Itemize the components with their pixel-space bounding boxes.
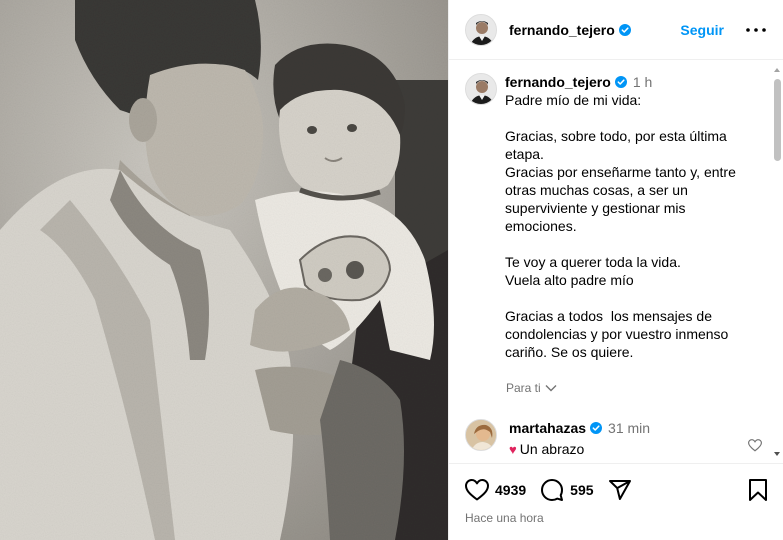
- follow-button[interactable]: Seguir: [680, 22, 724, 38]
- caption-header: fernando_tejero 1 h: [505, 73, 750, 91]
- verified-badge-icon: [618, 23, 631, 36]
- comment-message: Un abrazo: [519, 441, 585, 457]
- comment-header: martahazas 31 min: [509, 419, 650, 437]
- translation-label: Para ti: [506, 381, 541, 395]
- save-button[interactable]: [748, 478, 768, 507]
- caption-text: Padre mío de mi vida: Gracias, sobre tod…: [505, 92, 736, 360]
- post-photo[interactable]: [0, 0, 448, 540]
- red-heart-emoji: ♥: [509, 441, 517, 457]
- author-username[interactable]: fernando_tejero: [509, 22, 615, 38]
- scrollbar-thumb[interactable]: [774, 79, 781, 161]
- send-icon: [608, 480, 631, 500]
- verified-badge-icon: [614, 76, 627, 88]
- comments-count[interactable]: 595: [570, 482, 593, 498]
- verified-badge-icon: [590, 422, 603, 434]
- comment-text: ♥ Un abrazo: [509, 441, 650, 457]
- caption-avatar[interactable]: [465, 73, 497, 105]
- bookmark-icon: [749, 479, 767, 501]
- commenter-username[interactable]: martahazas: [509, 420, 586, 436]
- likes-count[interactable]: 4939: [495, 482, 526, 498]
- post-side-panel: fernando_tejero Seguir fernando_tejero 1…: [448, 0, 783, 540]
- comments-scroll-area[interactable]: fernando_tejero 1 h Padre mío de mi vida…: [449, 61, 783, 463]
- comment-bubble-icon: [541, 479, 564, 501]
- scroll-down-arrow-icon[interactable]: [773, 450, 781, 458]
- like-button[interactable]: [465, 479, 489, 501]
- author-avatar[interactable]: [465, 13, 497, 46]
- comments-scrollbar[interactable]: [773, 66, 781, 458]
- commenter-avatar[interactable]: [465, 419, 497, 451]
- translation-toggle[interactable]: Para ti: [506, 381, 557, 395]
- caption-time[interactable]: 1 h: [633, 74, 652, 90]
- comment-button[interactable]: [540, 478, 564, 502]
- caption-body: fernando_tejero 1 h Padre mío de mi vida…: [505, 73, 750, 361]
- caption-username[interactable]: fernando_tejero: [505, 74, 611, 90]
- comment-time[interactable]: 31 min: [608, 420, 650, 436]
- heart-icon: [465, 479, 489, 501]
- post-header: fernando_tejero Seguir: [449, 0, 783, 60]
- comment-item: martahazas 31 min ♥ Un abrazo: [465, 419, 770, 457]
- post-caption: fernando_tejero 1 h Padre mío de mi vida…: [465, 73, 755, 361]
- comment-like-heart-icon[interactable]: [747, 439, 763, 457]
- action-row: 4939 595: [465, 478, 632, 502]
- comment-body: martahazas 31 min ♥ Un abrazo: [509, 419, 650, 457]
- post-timestamp[interactable]: Hace una hora: [465, 511, 544, 525]
- photo-father-and-child: [0, 0, 448, 540]
- post-actions: 4939 595 Hace una hora: [449, 463, 783, 540]
- chevron-down-icon: [545, 385, 557, 392]
- share-button[interactable]: [608, 478, 632, 502]
- scroll-up-arrow-icon[interactable]: [773, 66, 781, 74]
- more-options-icon[interactable]: [744, 27, 768, 32]
